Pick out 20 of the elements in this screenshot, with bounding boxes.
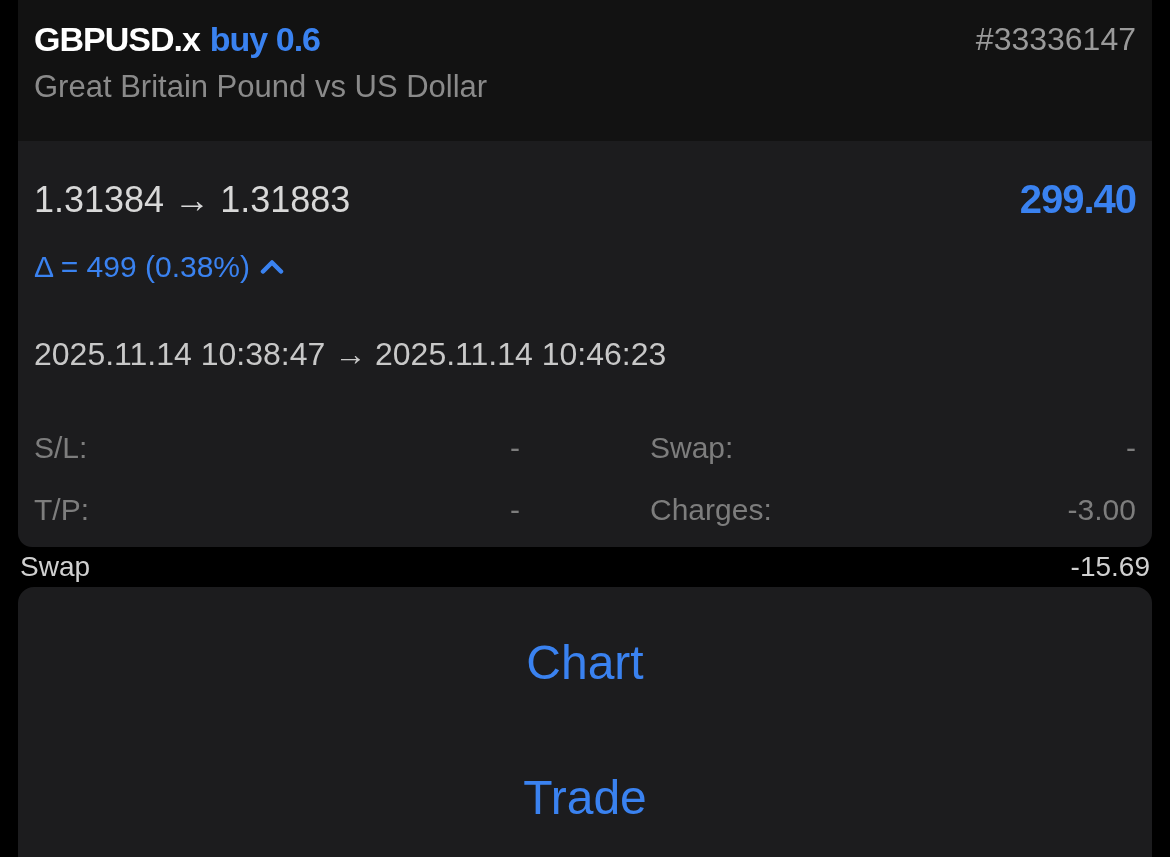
price-delta: Δ = 499 (0.38%) xyxy=(34,250,250,284)
symbol-description: Great Britain Pound vs US Dollar xyxy=(34,69,489,105)
detail-label: S/L: xyxy=(34,431,88,465)
detail-value: - xyxy=(1126,431,1136,465)
action-button[interactable]: Trade xyxy=(18,730,1152,857)
time-range: 2025.11.14 10:38:47 → 2025.11.14 10:46:23 xyxy=(34,336,668,373)
detail-label: Swap: xyxy=(650,431,734,465)
price-range: 1.31384 → 1.31883 xyxy=(34,178,351,221)
detail-value: - xyxy=(510,493,520,527)
action-button[interactable]: Chart xyxy=(18,595,1152,730)
detail-label: Charges: xyxy=(650,493,772,527)
ticket-number: #33336147 xyxy=(975,21,1136,58)
detail-value: - xyxy=(510,431,520,465)
profit: 299.40 xyxy=(1019,177,1136,222)
detail-value: -3.00 xyxy=(1067,493,1136,527)
symbol: GBPUSD.x xyxy=(34,20,200,59)
detail-label: T/P: xyxy=(34,493,89,527)
row-value: -15.69 xyxy=(1070,551,1150,583)
trade-side: buy 0.6 xyxy=(209,20,320,59)
row-label: Swap xyxy=(20,551,91,583)
